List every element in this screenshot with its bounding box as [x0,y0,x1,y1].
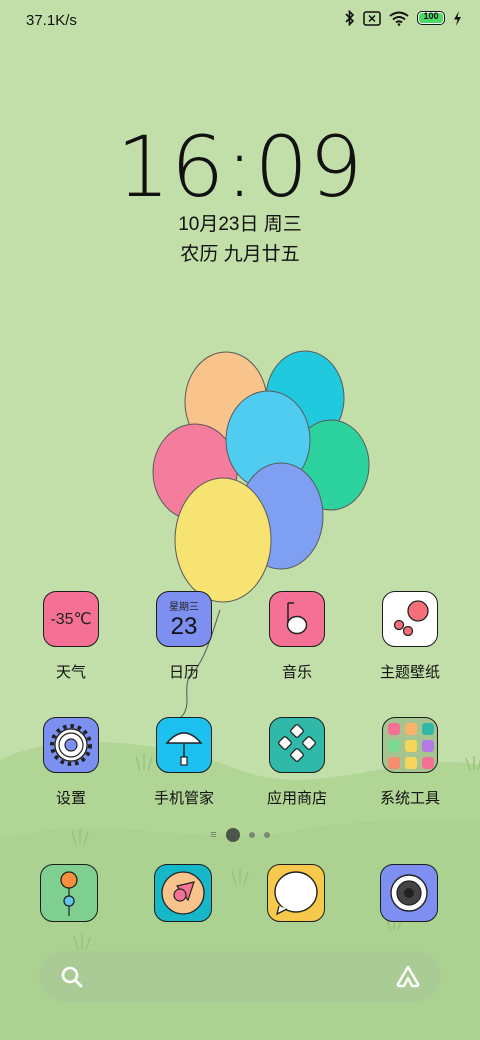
security-umbrella-icon [156,717,212,773]
app-label: 主题壁纸 [379,664,440,681]
assistant-icon[interactable] [395,964,421,988]
app-label: 系统工具 [379,790,440,807]
clock-time[interactable]: 16:09 [0,118,480,216]
search-icon[interactable] [60,965,84,989]
app-label: 天气 [55,664,86,681]
wifi-icon [389,11,409,26]
app-music[interactable]: 音乐 [242,591,352,682]
app-label: 音乐 [281,664,312,681]
app-tools-folder[interactable]: 系统工具 [355,717,465,808]
net-speed: 37.1K/s [26,12,77,29]
battery-icon: 100 [417,11,445,25]
status-bar: 37.1K/s 100 [0,0,480,40]
camera-icon [380,864,438,922]
dock-camera[interactable] [354,864,464,922]
calendar-weekday: 星期三 [169,602,199,613]
weather-temp: -35℃ [50,611,92,628]
themes-icon [382,591,438,647]
page-dot [248,832,255,838]
app-label: 手机管家 [153,790,214,807]
calendar-icon: 星期三 23 [156,591,212,647]
tools-folder-icon [382,717,438,773]
page-indicator[interactable]: ≡ [0,828,480,842]
page-dot [263,832,270,838]
calendar-day: 23 [170,613,198,640]
dock-phone[interactable] [14,864,124,922]
app-themes[interactable]: 主题壁纸 [355,591,465,682]
menu-lines-icon: ≡ [210,829,217,841]
charging-icon [454,10,461,26]
app-store[interactable]: 应用商店 [242,717,352,808]
search-bar[interactable] [39,951,441,1002]
app-weather[interactable]: -35℃ 天气 [16,591,126,682]
app-label: 应用商店 [266,790,327,807]
music-icon [269,591,325,647]
browser-compass-icon [154,864,212,922]
status-icons: 100 [345,10,462,26]
app-settings[interactable]: 设置 [16,717,126,808]
no-sim-icon [363,10,381,26]
page-dot-active [225,828,240,842]
clock-lunar-date: 农历 九月廿五 [180,244,300,265]
app-label: 设置 [55,790,86,807]
weather-icon: -35℃ [43,591,99,647]
app-security[interactable]: 手机管家 [129,717,239,808]
bluetooth-icon [345,10,355,26]
settings-gear-icon [43,717,99,773]
phone-balloon-icon [40,864,98,922]
clock-date: 10月23日 周三 [178,214,302,235]
battery-level: 100 [423,11,439,21]
app-store-icon [269,717,325,773]
dock-browser[interactable] [128,864,238,922]
messages-bubble-icon [267,864,325,922]
dock-messages[interactable] [241,864,351,922]
app-calendar[interactable]: 星期三 23 日历 [129,591,239,682]
app-label: 日历 [168,664,199,681]
